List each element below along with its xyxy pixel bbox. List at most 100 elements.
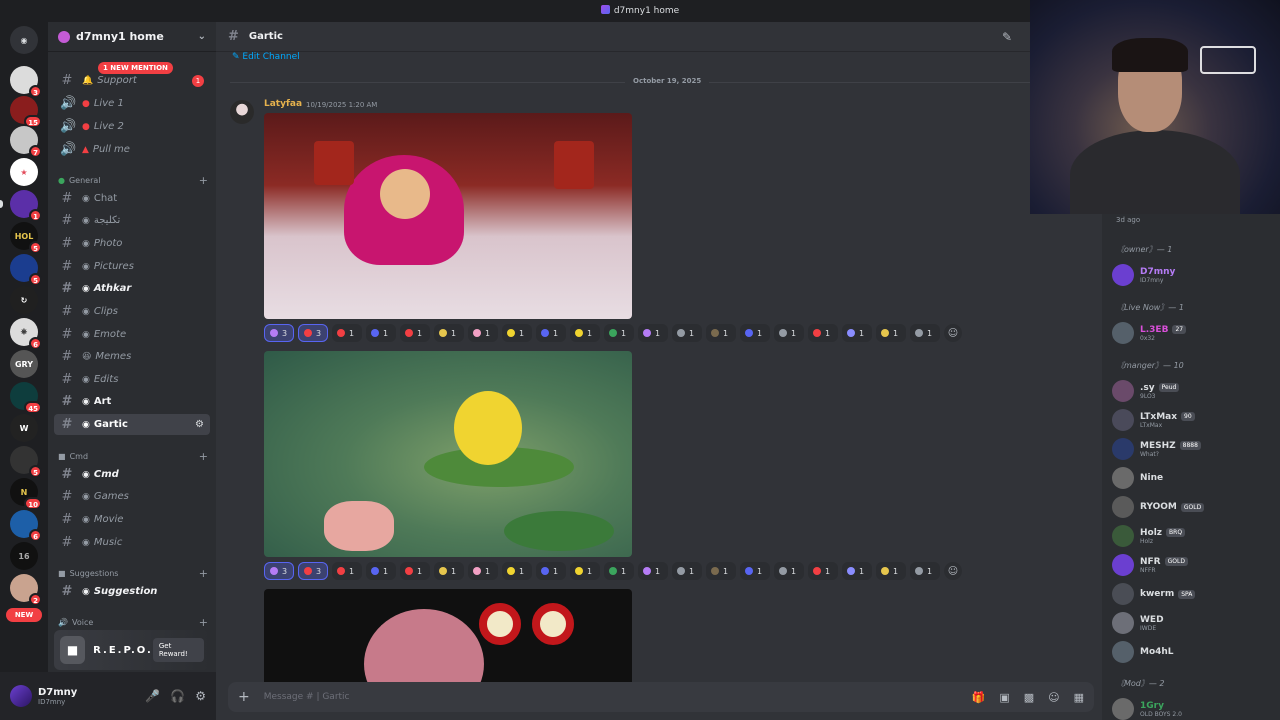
reaction-button[interactable]: 3	[298, 562, 328, 580]
reaction-button[interactable]: 3	[264, 562, 294, 580]
channel-memes[interactable]: # 😆 Memes	[54, 346, 210, 367]
settings-gear-icon[interactable]: ⚙	[195, 689, 206, 703]
reaction-button[interactable]: 1	[706, 324, 736, 342]
reaction-button[interactable]: 1	[638, 324, 668, 342]
member-item[interactable]: Holz BRQ Holz	[1112, 523, 1274, 549]
reaction-button[interactable]: 1	[366, 324, 396, 342]
attachment-image[interactable]	[264, 113, 632, 319]
reaction-button[interactable]: 1	[502, 562, 532, 580]
server-icon[interactable]: 45	[10, 382, 42, 414]
channel-games[interactable]: # ◉ Games	[54, 486, 210, 507]
avatar[interactable]	[230, 100, 254, 124]
add-reaction-icon[interactable]: ☺	[944, 324, 962, 342]
attachment-image[interactable]	[264, 589, 632, 695]
channel-movie[interactable]: # ◉ Movie	[54, 509, 210, 530]
server-icon[interactable]: 1	[10, 190, 42, 222]
reaction-button[interactable]: 1	[876, 324, 906, 342]
reaction-button[interactable]: 3	[298, 324, 328, 342]
channel-pictures[interactable]: # ◉ Pictures	[54, 256, 210, 277]
reaction-button[interactable]: 1	[910, 324, 940, 342]
server-icon[interactable]: 3	[10, 66, 42, 98]
category-voice[interactable]: 🔊 Voice +	[58, 616, 208, 629]
server-icon[interactable]: GRY	[10, 350, 38, 378]
category-cmd[interactable]: ■ Cmd +	[58, 450, 208, 463]
channel-gartic[interactable]: # ◉ Gartic ⚙	[54, 414, 210, 435]
microphone-icon[interactable]: 🎤	[145, 689, 160, 703]
gear-icon[interactable]: ⚙	[195, 419, 204, 430]
server-icon[interactable]: 2	[10, 574, 42, 606]
channel-support[interactable]: # 🔔 Support 1	[54, 70, 210, 91]
channel-suggestion[interactable]: # ◉ Suggestion	[54, 581, 210, 602]
category-general[interactable]: ● General +	[58, 174, 208, 187]
reaction-button[interactable]: 1	[570, 562, 600, 580]
member-item[interactable]: kwerm SPA	[1112, 581, 1274, 607]
reaction-button[interactable]: 1	[400, 562, 430, 580]
server-icon[interactable]: 7	[10, 126, 42, 158]
gift-icon[interactable]: 🎁	[972, 691, 986, 704]
reaction-button[interactable]: 1	[842, 324, 872, 342]
reaction-button[interactable]: 1	[672, 324, 702, 342]
member-item[interactable]: Mo4hL	[1112, 639, 1274, 665]
server-icon[interactable]: N 10	[10, 478, 42, 510]
reaction-button[interactable]: 1	[638, 562, 668, 580]
member-item[interactable]: .sy Peud 9LO3	[1112, 378, 1274, 404]
server-icon[interactable]: 6	[10, 510, 42, 542]
member-item[interactable]: LTxMax 90 LTxMax	[1112, 407, 1274, 433]
channel-edits[interactable]: # ◉ Edits	[54, 369, 210, 390]
reaction-button[interactable]: 1	[536, 562, 566, 580]
channel-clips[interactable]: # ◉ Clips	[54, 301, 210, 322]
reaction-button[interactable]: 1	[468, 324, 498, 342]
reaction-button[interactable]: 1	[672, 562, 702, 580]
member-item[interactable]: WED IWDE	[1112, 610, 1274, 636]
apps-icon[interactable]: ▦	[1074, 691, 1084, 704]
reaction-button[interactable]: 1	[808, 562, 838, 580]
add-reaction-icon[interactable]: ☺	[944, 562, 962, 580]
voice-pull-me[interactable]: 🔊 ▲ Pull me	[54, 139, 210, 160]
channel-emote[interactable]: # ◉ Emote	[54, 324, 210, 345]
channel-art[interactable]: # ◉ Art	[54, 391, 210, 412]
reaction-button[interactable]: 1	[604, 324, 634, 342]
reaction-button[interactable]: 1	[604, 562, 634, 580]
reaction-button[interactable]: 3	[264, 324, 294, 342]
reaction-button[interactable]: 1	[910, 562, 940, 580]
attachment-image[interactable]	[264, 351, 632, 557]
get-reward-button[interactable]: Get Reward!	[152, 638, 204, 662]
reaction-button[interactable]: 1	[332, 562, 362, 580]
reaction-button[interactable]: 1	[876, 562, 906, 580]
server-icon[interactable]: 5	[10, 254, 42, 286]
server-icon[interactable]: ★	[10, 158, 38, 186]
reaction-button[interactable]: 1	[434, 562, 464, 580]
server-icon[interactable]: W	[10, 414, 38, 442]
edit-channel-link[interactable]: ✎ Edit Channel	[232, 52, 300, 62]
pin-icon[interactable]: ✎	[1002, 30, 1012, 44]
add-attachment-icon[interactable]: +	[238, 689, 250, 705]
headphones-icon[interactable]: 🎧	[170, 689, 185, 703]
channel-takleeja[interactable]: # ◉ تكليجة	[54, 210, 210, 231]
reaction-button[interactable]: 1	[740, 324, 770, 342]
server-icon[interactable]: 5	[10, 446, 42, 478]
server-icon[interactable]: ⎈ 6	[10, 318, 42, 350]
emoji-icon[interactable]: ☺	[1048, 691, 1059, 704]
reaction-button[interactable]: 1	[842, 562, 872, 580]
channel-photo[interactable]: # ◉ Photo	[54, 233, 210, 254]
reaction-button[interactable]: 1	[366, 562, 396, 580]
voice-live-1[interactable]: 🔊 ● Live 1	[54, 93, 210, 114]
message-composer[interactable]: + Message # | Gartic 🎁 ▣ ▩ ☺ ▦	[228, 682, 1094, 712]
reaction-button[interactable]: 1	[774, 562, 804, 580]
server-icon[interactable]: 15	[10, 96, 42, 128]
message-author[interactable]: Latyfaa	[264, 99, 302, 109]
avatar[interactable]	[10, 685, 32, 707]
reaction-button[interactable]: 1	[332, 324, 362, 342]
server-header[interactable]: d7mny1 home ⌄	[48, 22, 216, 52]
channel-cmd[interactable]: # ◉ Cmd	[54, 464, 210, 485]
reaction-button[interactable]: 1	[740, 562, 770, 580]
member-item[interactable]: 1Gry OLD BOYS 2.0	[1112, 696, 1274, 720]
channel-music[interactable]: # ◉ Music	[54, 532, 210, 553]
member-item[interactable]: L.3EB 27 0x32	[1112, 320, 1274, 346]
gif-icon[interactable]: ▣	[999, 691, 1009, 704]
reaction-button[interactable]: 1	[468, 562, 498, 580]
message-input[interactable]: Message # | Gartic	[264, 692, 350, 702]
reaction-button[interactable]: 1	[502, 324, 532, 342]
voice-live-2[interactable]: 🔊 ● Live 2	[54, 116, 210, 137]
reaction-button[interactable]: 1	[400, 324, 430, 342]
